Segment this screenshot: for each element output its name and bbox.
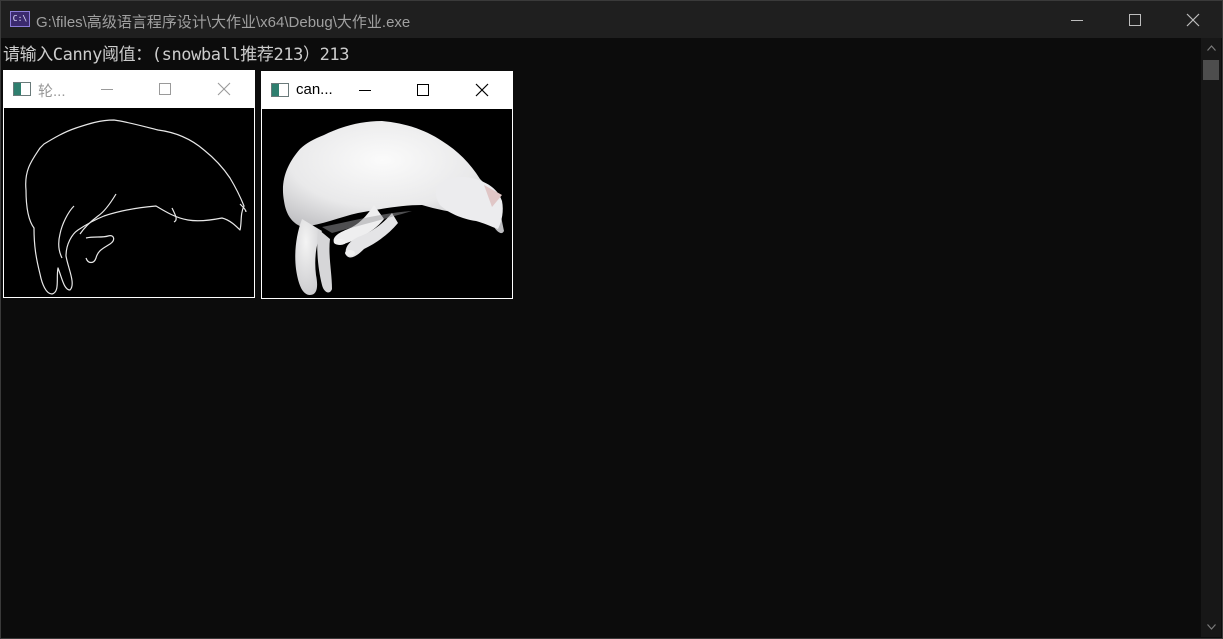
opencv-window-icon xyxy=(271,83,289,97)
close-icon xyxy=(217,82,231,96)
vertical-scrollbar[interactable] xyxy=(1201,38,1221,637)
console-title: G:\files\高级语言程序设计\大作业\x64\Debug\大作业.exe xyxy=(36,14,411,31)
white-cat-image xyxy=(282,121,504,295)
scroll-up-button[interactable] xyxy=(1201,38,1221,58)
console-app-icon: C:\ xyxy=(10,11,30,27)
contour-maximize-button[interactable] xyxy=(136,70,194,108)
contour-close-button[interactable] xyxy=(195,70,253,108)
scroll-thumb[interactable] xyxy=(1203,60,1219,80)
maximize-icon xyxy=(417,84,429,96)
chevron-up-icon xyxy=(1206,45,1216,51)
minimize-icon xyxy=(1071,19,1083,21)
canny-window-title-bar[interactable]: can... xyxy=(261,71,513,109)
opencv-window-icon xyxy=(13,82,31,96)
canny-minimize-button[interactable] xyxy=(336,71,394,109)
contour-window[interactable]: 轮... xyxy=(3,70,255,298)
maximize-icon xyxy=(159,83,171,95)
canny-window[interactable]: can... xyxy=(261,71,513,299)
close-button[interactable] xyxy=(1164,1,1222,38)
canny-window-title: can... xyxy=(296,81,333,98)
close-icon xyxy=(475,83,489,97)
console-prompt-line: 请输入Canny阈值：(snowball推荐213）213 xyxy=(3,45,350,65)
maximize-button[interactable] xyxy=(1106,1,1164,38)
contour-window-title-bar[interactable]: 轮... xyxy=(3,70,255,108)
canny-close-button[interactable] xyxy=(453,71,511,109)
minimize-button[interactable] xyxy=(1048,1,1106,38)
maximize-icon xyxy=(1129,13,1141,26)
minimize-icon xyxy=(359,90,371,91)
contour-image xyxy=(4,108,254,297)
cat-contour-drawing xyxy=(25,119,247,295)
chevron-down-icon xyxy=(1206,624,1216,630)
close-icon xyxy=(1186,13,1200,26)
contour-window-title: 轮... xyxy=(38,83,66,100)
scroll-down-button[interactable] xyxy=(1201,617,1221,637)
console-title-bar[interactable]: C:\ G:\files\高级语言程序设计\大作业\x64\Debug\大作业.… xyxy=(1,1,1222,38)
canny-maximize-button[interactable] xyxy=(394,71,452,109)
cat-photo xyxy=(262,109,512,298)
minimize-icon xyxy=(101,89,113,90)
contour-minimize-button[interactable] xyxy=(78,70,136,108)
